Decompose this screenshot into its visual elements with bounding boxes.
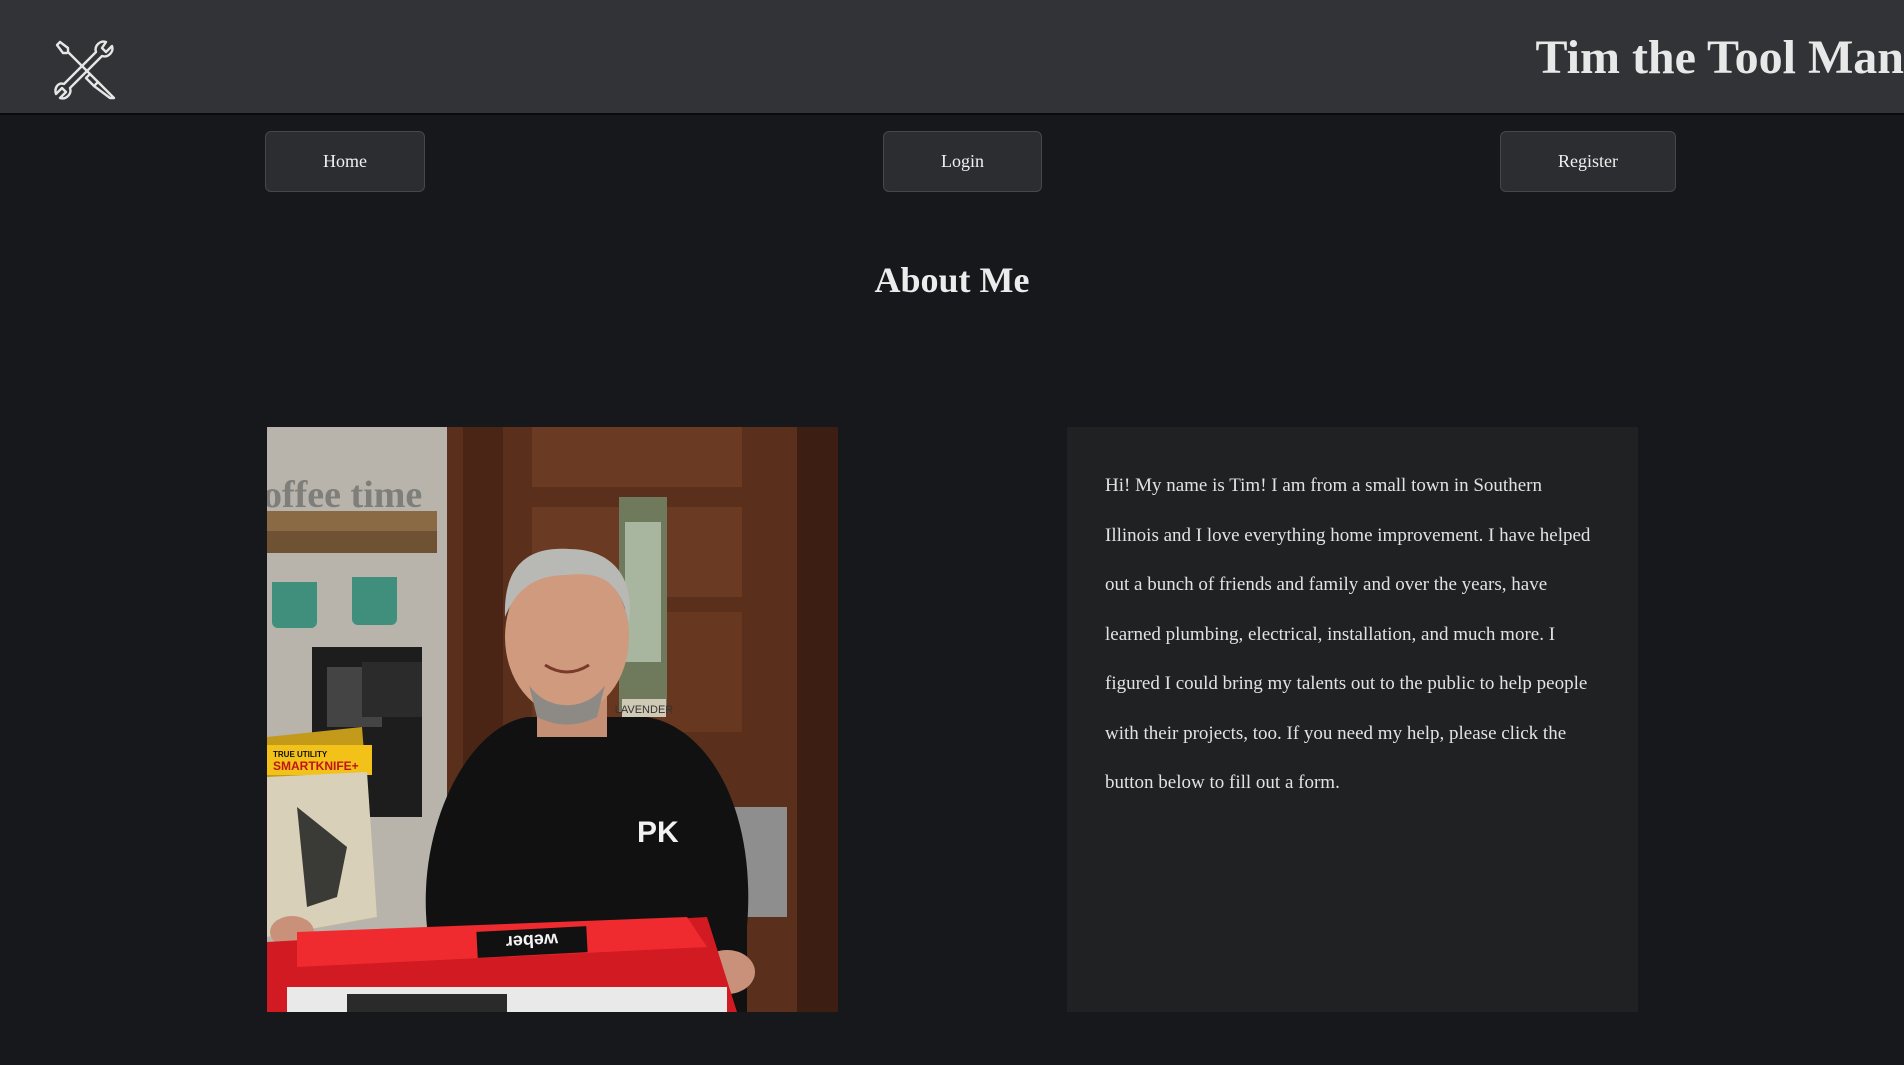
home-button[interactable]: Home — [265, 131, 425, 192]
login-button[interactable]: Login — [883, 131, 1042, 192]
package-label: SMARTKNIFE+ — [273, 759, 359, 773]
header: Tim the Tool Man — [0, 0, 1904, 115]
lavender-plaque-text: LAVENDER — [615, 704, 674, 716]
page: Tim the Tool Man Home Login Register Abo… — [0, 0, 1904, 1065]
profile-photo: offee time LAVENDER PK TRUE UTILITY SMAR… — [267, 427, 838, 1012]
site-title: Tim the Tool Man — [1535, 31, 1904, 84]
box-brand: weber — [505, 930, 559, 953]
coffee-time-sign: offee time — [267, 474, 422, 516]
page-title: About Me — [874, 260, 1030, 300]
tools-wrench-screwdriver-icon[interactable] — [54, 38, 118, 102]
shirt-text: PK — [637, 816, 679, 849]
about-card: Hi! My name is Tim! I am from a small to… — [1067, 427, 1638, 1012]
about-text: Hi! My name is Tim! I am from a small to… — [1105, 475, 1591, 793]
register-button[interactable]: Register — [1500, 131, 1676, 192]
package-brand: TRUE UTILITY — [273, 750, 328, 759]
